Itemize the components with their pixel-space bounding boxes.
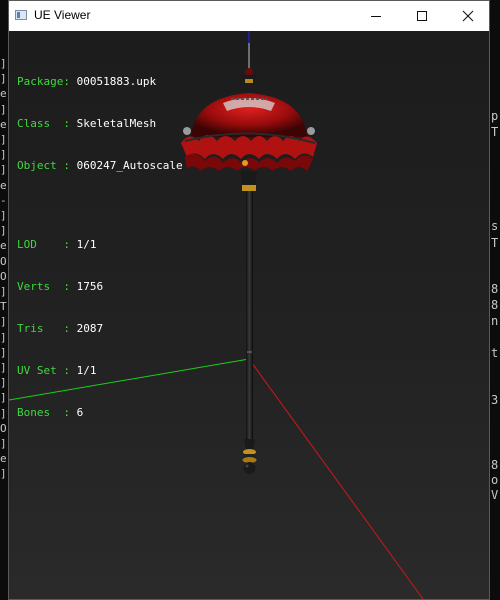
app-icon [15,10,27,20]
background-console-left: ] ] e ] e ] ] ] e - ] ] e O O ] T ] ] ] … [0,30,8,600]
close-button[interactable] [445,1,491,31]
background-console-right-line: T [491,125,499,139]
mesh-info-panel: Package: 00051883.upk Class : SkeletalMe… [17,47,183,448]
lod-value: 1/1 [76,238,97,251]
3d-viewport[interactable]: Package: 00051883.upk Class : SkeletalMe… [9,31,489,599]
maximize-icon [417,11,427,21]
info-label: Bones : [17,406,77,419]
umbrella-mesh [181,43,317,474]
info-label: Verts : [17,280,77,293]
x-axis-line [248,358,424,599]
background-console-right-line: t [491,346,499,360]
info-label: UV Set : [17,364,77,377]
info-row-verts: Verts : 1756 [17,280,183,294]
uvset-value: 1/1 [76,364,97,377]
info-spacer [17,201,183,210]
background-console-right-line: 8 [491,458,499,472]
info-row-lod: LOD : 1/1 [17,238,183,252]
info-row-bones: Bones : 6 [17,406,183,420]
object-value: 060247_Autoscale [76,159,183,172]
background-console-right-line: s [491,219,499,233]
info-label: Object : [17,159,77,172]
minimize-icon [371,16,381,17]
background-console-right-line: 3 [491,393,499,407]
package-value: 00051883.upk [76,75,157,88]
background-console-right-line: n [491,314,499,328]
background-console-right-line: 8 [491,282,499,296]
info-row-object: Object : 060247_Autoscale [17,159,183,173]
window-title: UE Viewer [34,8,91,22]
tris-value: 2087 [76,322,104,335]
info-row-package: Package: 00051883.upk [17,75,183,89]
background-console-right-line: V [491,488,499,502]
info-row-class: Class : SkeletalMesh [17,117,183,131]
minimize-button[interactable] [353,1,399,31]
info-label: Class : [17,117,77,130]
close-icon [462,10,474,22]
verts-value: 1756 [76,280,104,293]
info-row-tris: Tris : 2087 [17,322,183,336]
title-bar[interactable]: UE Viewer [9,1,489,31]
background-console-right-line: o [491,473,499,487]
bones-value: 6 [76,406,84,419]
info-label: Tris : [17,322,77,335]
background-console-right-line: p [491,109,499,123]
info-label: LOD : [17,238,77,251]
background-console-right: p T s T 8 8 n t 3 8 o V [490,30,500,600]
background-console-left-text: ] ] e ] e ] ] ] e - ] ] e O O ] T ] ] ] … [0,57,7,481]
ue-viewer-window: UE Viewer Package: 00051883.upk Class: … [8,0,490,600]
background-console-right-line: T [491,236,499,250]
info-label: Package: [17,75,77,88]
background-console-right-line: 8 [491,298,499,312]
maximize-button[interactable] [399,1,445,31]
info-row-uvset: UV Set : 1/1 [17,364,183,378]
class-value: SkeletalMesh [76,117,157,130]
